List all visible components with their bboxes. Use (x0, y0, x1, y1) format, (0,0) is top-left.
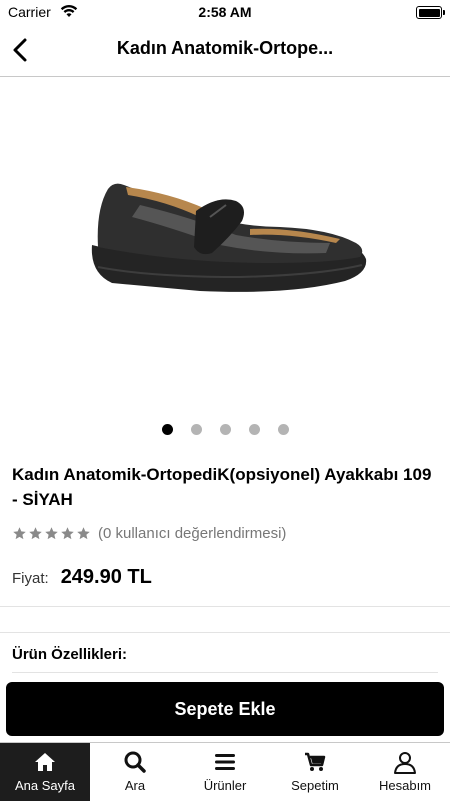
tab-home[interactable]: Ana Sayfa (0, 743, 90, 801)
star-icon (77, 526, 90, 539)
menu-icon (215, 754, 235, 770)
price-label: Fiyat: (12, 570, 49, 587)
price-row: Fiyat: 249.90 TL (12, 566, 152, 589)
home-icon (35, 753, 55, 771)
status-bar: Carrier 2:58 AM (0, 0, 450, 24)
tab-search[interactable]: Ara (90, 743, 180, 801)
search-icon (124, 751, 146, 773)
back-chevron-icon[interactable] (8, 36, 36, 64)
star-icon (45, 526, 58, 539)
features-heading: Ürün Özellikleri: (12, 646, 128, 663)
clock: 2:58 AM (198, 4, 252, 20)
battery-icon (416, 6, 445, 19)
tab-products[interactable]: Ürünler (180, 743, 270, 801)
star-icon (61, 526, 74, 539)
product-rating[interactable]: (0 kullanıcı değerlendirmesi) (12, 522, 286, 544)
cart-icon (305, 752, 326, 771)
divider (0, 606, 450, 607)
add-to-cart-button[interactable]: Sepete Ekle (6, 682, 444, 736)
carousel-dot[interactable] (219, 424, 231, 435)
tab-cart[interactable]: Sepetim (270, 743, 360, 801)
carousel-dot[interactable] (277, 424, 289, 435)
carousel-dot[interactable] (248, 424, 260, 435)
tab-label: Hesabım (378, 778, 432, 793)
price-value: 249.90 TL (60, 566, 152, 588)
carousel-dot[interactable] (190, 424, 202, 435)
tab-bar: Ana Sayfa Ara Ürünler Sepetim Hesabım (0, 742, 450, 801)
page-title: Kadın Anatomik-Ortope... (116, 38, 334, 58)
tab-label: Sepetim (291, 778, 339, 793)
tab-label: Ara (124, 778, 146, 793)
rating-stars (12, 526, 92, 541)
tab-label: Ana Sayfa (15, 778, 75, 793)
divider (12, 672, 438, 673)
tab-account[interactable]: Hesabım (360, 743, 450, 801)
user-icon (394, 752, 416, 774)
rating-count-text: (0 kullanıcı değerlendirmesi) (98, 524, 287, 542)
carousel-dot[interactable] (161, 424, 173, 435)
navigation-bar: Kadın Anatomik-Ortope... (0, 24, 450, 77)
tab-label: Ürünler (203, 778, 247, 793)
star-icon (13, 526, 26, 539)
star-icon (29, 526, 42, 539)
product-image[interactable] (0, 77, 450, 407)
carousel-indicator[interactable] (0, 422, 450, 440)
product-name: Kadın Anatomik-OrtopediK(opsiyonel) Ayak… (12, 465, 432, 509)
divider (0, 632, 450, 633)
